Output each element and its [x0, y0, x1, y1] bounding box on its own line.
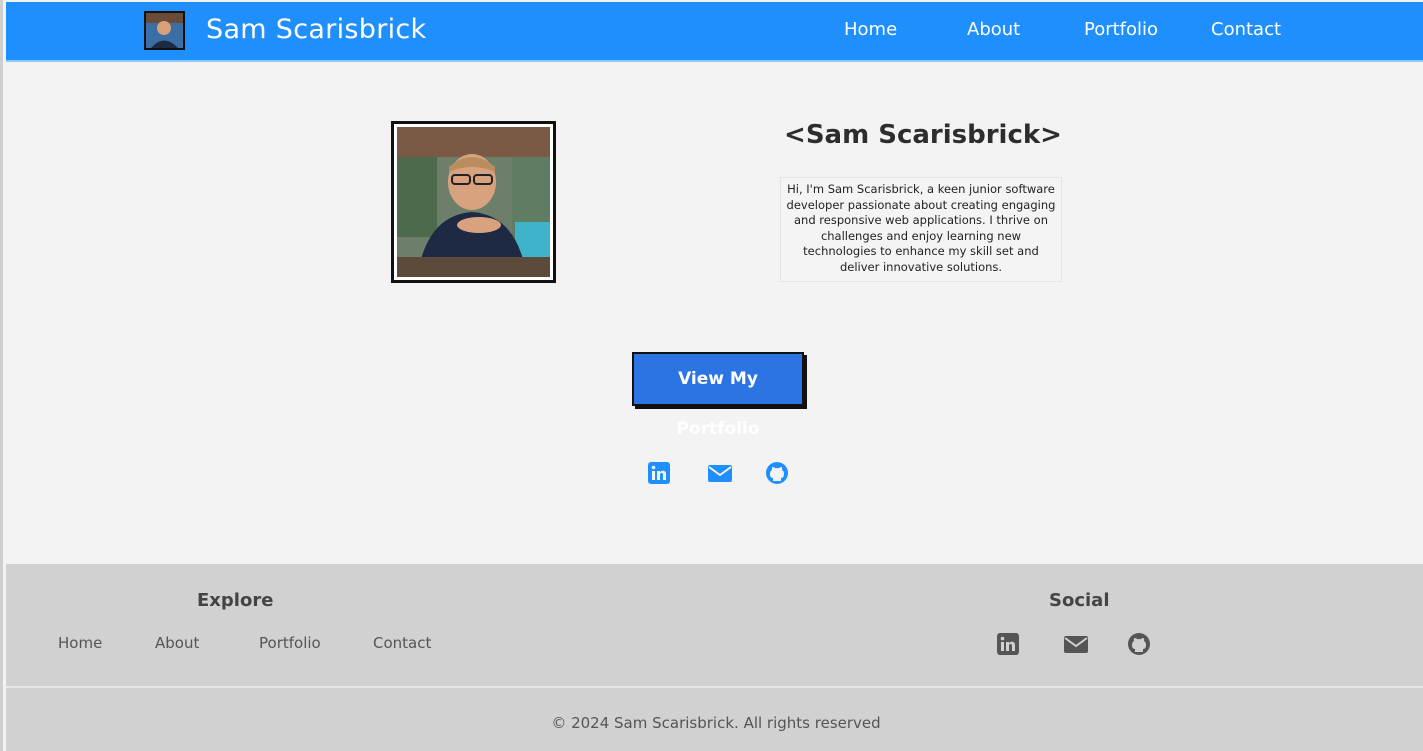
footer-link-portfolio[interactable]: Portfolio [259, 634, 321, 652]
bio-text: Hi, I'm Sam Scarisbrick, a keen junior s… [780, 177, 1062, 282]
brand-name[interactable]: Sam Scarisbrick [206, 14, 427, 45]
copyright-text: © 2024 Sam Scarisbrick. All rights reser… [551, 714, 881, 732]
brand-avatar[interactable] [144, 11, 185, 50]
nav-link-about[interactable]: About [967, 19, 1020, 40]
footer-link-contact[interactable]: Contact [373, 634, 431, 652]
hero-name: <Sam Scarisbrick> [784, 120, 1062, 150]
footer-social-heading: Social [1049, 590, 1110, 611]
footer-link-about[interactable]: About [155, 634, 199, 652]
footer-explore-heading: Explore [197, 590, 274, 611]
email-icon[interactable] [707, 461, 733, 485]
view-portfolio-button[interactable]: View My Portfolio [632, 352, 804, 439]
footer-link-home[interactable]: Home [58, 634, 102, 652]
profile-photo [397, 127, 550, 277]
navbar: Sam Scarisbrick Home About Portfolio Con… [6, 2, 1423, 62]
footer: Explore Home About Portfolio Contact Soc… [6, 564, 1423, 751]
profile-photo-frame [391, 121, 556, 283]
footer-github-icon[interactable] [1127, 632, 1151, 656]
footer-email-icon[interactable] [1063, 632, 1089, 656]
nav-link-contact[interactable]: Contact [1211, 19, 1281, 40]
nav-link-home[interactable]: Home [844, 19, 897, 40]
footer-divider [6, 686, 1423, 688]
nav-link-portfolio[interactable]: Portfolio [1084, 19, 1158, 40]
linkedin-icon[interactable] [647, 461, 671, 485]
github-icon[interactable] [765, 461, 789, 485]
footer-linkedin-icon[interactable] [996, 632, 1020, 656]
